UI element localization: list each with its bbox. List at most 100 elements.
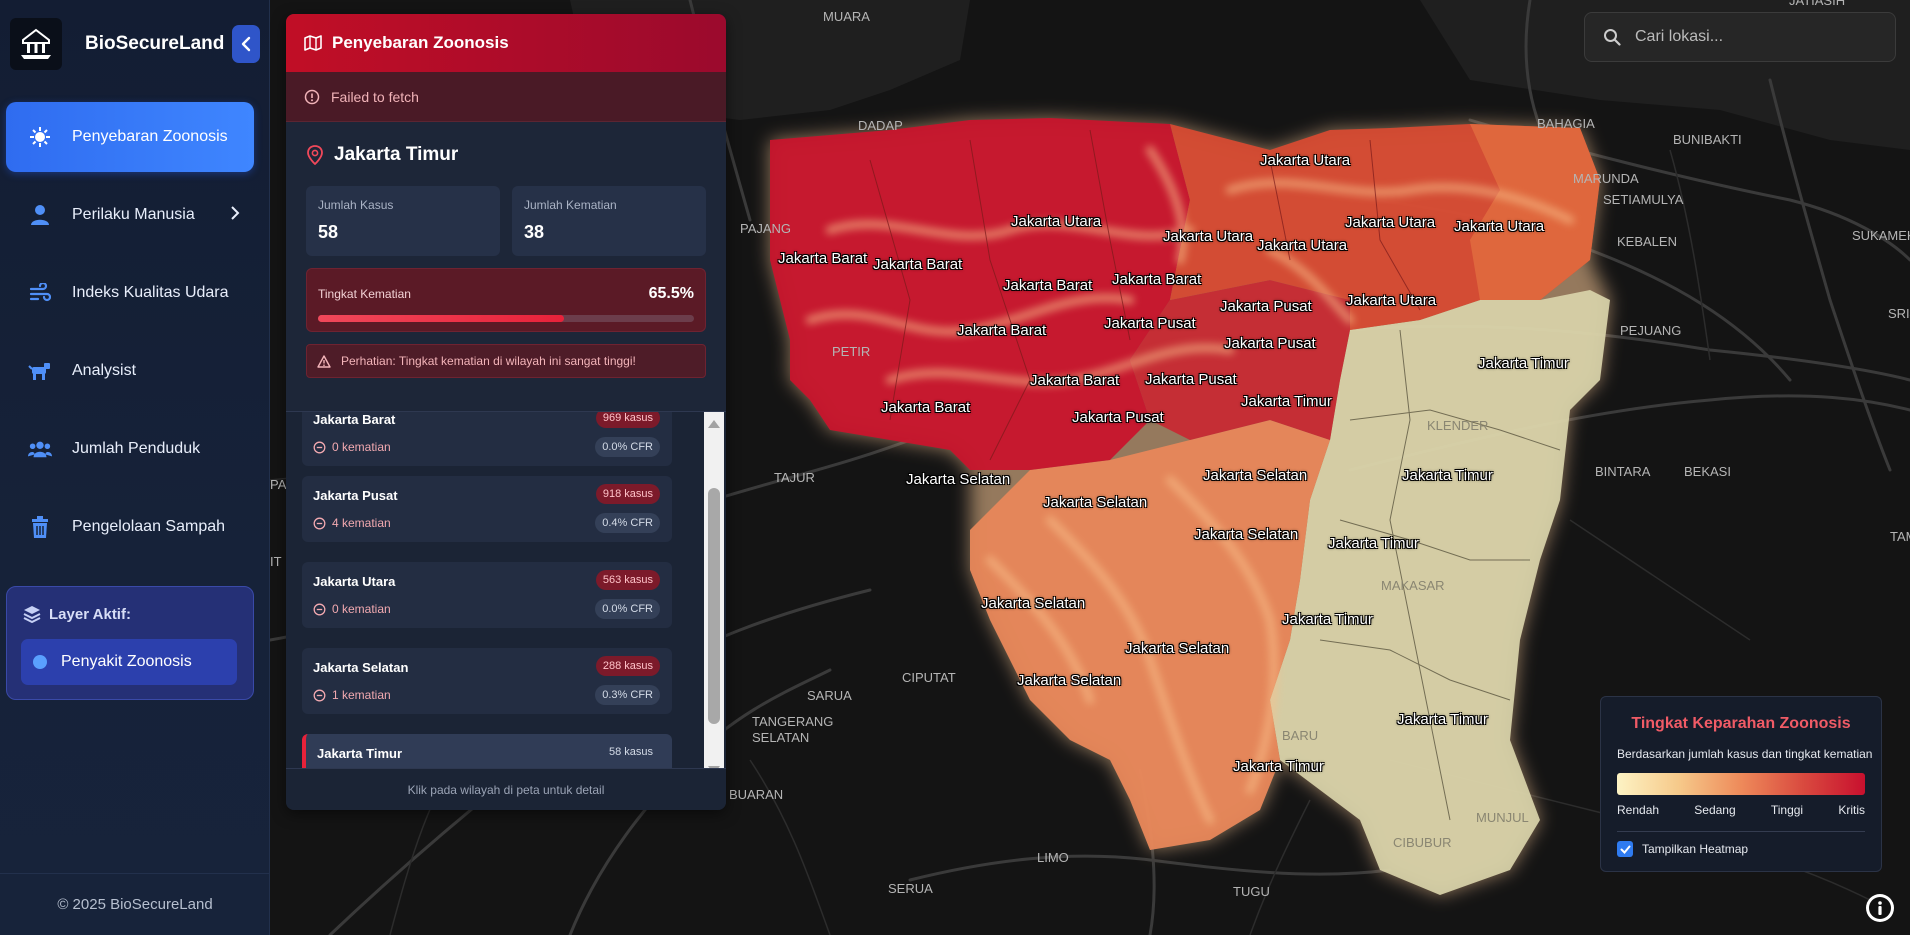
region-label-jakarta-utara[interactable]: Jakarta Utara xyxy=(1257,237,1347,254)
region-label-jakarta-utara[interactable]: Jakarta Utara xyxy=(1345,214,1435,231)
sidebar-item-perilaku-manusia[interactable]: Perilaku Manusia xyxy=(6,180,254,250)
region-label-jakarta-timur[interactable]: Jakarta Timur xyxy=(1282,611,1373,628)
legend-divider xyxy=(1617,831,1865,832)
sidebar-item-indeks-kualitas-udara[interactable]: Indeks Kualitas Udara xyxy=(6,258,254,328)
region-label-jakarta-timur[interactable]: Jakarta Timur xyxy=(1328,535,1419,552)
region-label-jakarta-barat[interactable]: Jakarta Barat xyxy=(873,256,962,273)
region-label-jakarta-utara[interactable]: Jakarta Utara xyxy=(1346,292,1436,309)
sidebar-item-label: Perilaku Manusia xyxy=(72,206,195,223)
layers-icon xyxy=(23,606,41,623)
place-label: JATIASIH xyxy=(1789,0,1846,8)
region-card-jakarta-barat[interactable]: Jakarta Barat 969 kasus 0 kematian 0.0% … xyxy=(302,412,672,466)
deaths-info: 1 kematian xyxy=(313,688,391,702)
active-layer-title: Layer Aktif: xyxy=(23,605,131,623)
region-label-jakarta-utara[interactable]: Jakarta Utara xyxy=(1011,213,1101,230)
attribution-info-button[interactable] xyxy=(1866,894,1894,922)
region-label-jakarta-selatan[interactable]: Jakarta Selatan xyxy=(1017,672,1121,689)
sidebar-item-analysist[interactable]: Analysist xyxy=(6,336,254,406)
legend-tick: Sedang xyxy=(1694,803,1736,817)
active-layer-item[interactable]: Penyakit Zoonosis xyxy=(21,639,237,685)
region-label-jakarta-barat[interactable]: Jakarta Barat xyxy=(957,322,1046,339)
place-label: MUARA xyxy=(823,9,870,24)
region-label-jakarta-barat[interactable]: Jakarta Barat xyxy=(1030,372,1119,389)
place-label: PA xyxy=(270,477,287,492)
region-label-jakarta-timur[interactable]: Jakarta Timur xyxy=(1397,711,1488,728)
sidebar-item-penyebaran-zoonosis[interactable]: Penyebaran Zoonosis xyxy=(6,102,254,172)
scroll-up-arrow-icon[interactable] xyxy=(704,416,724,432)
heatmap-toggle[interactable]: Tampilkan Heatmap xyxy=(1617,841,1748,857)
warning-text: Perhatian: Tingkat kematian di wilayah i… xyxy=(341,354,636,368)
region-label-jakarta-timur[interactable]: Jakarta Timur xyxy=(1402,467,1493,484)
cfr-badge: 0.4% CFR xyxy=(595,513,660,533)
region-label-jakarta-pusat[interactable]: Jakarta Pusat xyxy=(1145,371,1237,388)
region-card-name: Jakarta Selatan xyxy=(313,660,409,675)
region-label-jakarta-selatan[interactable]: Jakarta Selatan xyxy=(981,595,1085,612)
region-label-jakarta-pusat[interactable]: Jakarta Pusat xyxy=(1224,335,1316,352)
region-label-jakarta-pusat[interactable]: Jakarta Pusat xyxy=(1072,409,1164,426)
region-label-jakarta-utara[interactable]: Jakarta Utara xyxy=(1454,218,1544,235)
location-search[interactable] xyxy=(1584,12,1896,62)
search-icon xyxy=(1604,29,1621,46)
place-label: LIMO xyxy=(1037,850,1069,865)
region-label-jakarta-selatan[interactable]: Jakarta Selatan xyxy=(1125,640,1229,657)
zoonosis-panel: Penyebaran Zoonosis Failed to fetch Jaka… xyxy=(286,14,726,810)
place-label: SUKAMEK xyxy=(1852,228,1910,243)
region-label-jakarta-selatan[interactable]: Jakarta Selatan xyxy=(1043,494,1147,511)
region-label-jakarta-timur[interactable]: Jakarta Timur xyxy=(1233,758,1324,775)
place-label: BINTARA xyxy=(1595,464,1651,479)
deaths-stat-card: Jumlah Kematian 38 xyxy=(512,186,706,256)
region-list[interactable]: Jakarta Barat 969 kasus 0 kematian 0.0% … xyxy=(286,412,726,782)
region-label-jakarta-utara[interactable]: Jakarta Utara xyxy=(1163,228,1253,245)
search-input[interactable] xyxy=(1635,28,1885,46)
region-label-jakarta-pusat[interactable]: Jakarta Pusat xyxy=(1104,315,1196,332)
region-label-jakarta-selatan[interactable]: Jakarta Selatan xyxy=(1194,526,1298,543)
region-label-jakarta-barat[interactable]: Jakarta Barat xyxy=(1003,277,1092,294)
region-card-name: Jakarta Barat xyxy=(313,412,396,427)
region-card-name: Jakarta Pusat xyxy=(313,488,398,503)
legend-gradient-bar xyxy=(1617,773,1865,795)
region-list-scrollbar[interactable] xyxy=(704,412,724,782)
deaths-text: 4 kematian xyxy=(332,516,391,530)
region-label-jakarta-barat[interactable]: Jakarta Barat xyxy=(778,250,867,267)
virus-icon xyxy=(28,125,52,149)
heatmap-toggle-label: Tampilkan Heatmap xyxy=(1642,842,1749,856)
collapse-sidebar-button[interactable] xyxy=(232,25,260,63)
place-label: TAM xyxy=(1890,529,1910,544)
region-label-jakarta-barat[interactable]: Jakarta Barat xyxy=(1112,271,1201,288)
mortality-warning: Perhatian: Tingkat kematian di wilayah i… xyxy=(306,344,706,378)
place-label: SERUA xyxy=(888,881,933,896)
place-label: BUARAN xyxy=(729,787,784,802)
heatmap-checkbox[interactable] xyxy=(1617,841,1633,857)
region-label-jakarta-selatan[interactable]: Jakarta Selatan xyxy=(1203,467,1307,484)
place-label: CIPUTAT xyxy=(902,670,956,685)
active-layer-panel: Layer Aktif: Penyakit Zoonosis xyxy=(6,586,254,700)
region-label-jakarta-utara[interactable]: Jakarta Utara xyxy=(1260,152,1350,169)
sidebar-item-jumlah-penduduk[interactable]: Jumlah Penduduk xyxy=(6,414,254,484)
brand: BioSecureLand xyxy=(10,16,260,72)
place-label: SETIAMULYA xyxy=(1603,192,1684,207)
region-label-jakarta-timur[interactable]: Jakarta Timur xyxy=(1478,355,1569,372)
minus-circle-icon xyxy=(313,689,326,701)
region-label-jakarta-selatan[interactable]: Jakarta Selatan xyxy=(906,471,1010,488)
region-card-jakarta-selatan[interactable]: Jakarta Selatan 288 kasus 1 kematian 0.3… xyxy=(302,648,672,714)
place-label: MUNJUL xyxy=(1476,810,1529,825)
cases-badge: 288 kasus xyxy=(595,656,660,676)
region-label-jakarta-barat[interactable]: Jakarta Barat xyxy=(881,399,970,416)
mortality-rate-card: Tingkat Kematian 65.5% xyxy=(306,268,706,332)
cfr-badge: 0.0% CFR xyxy=(595,599,660,619)
region-card-jakarta-pusat[interactable]: Jakarta Pusat 918 kasus 4 kematian 0.4% … xyxy=(302,476,672,542)
cases-badge: 563 kasus xyxy=(595,570,660,590)
sidebar-item-pengelolaan-sampah[interactable]: Pengelolaan Sampah xyxy=(6,492,254,562)
place-label: PAJANG xyxy=(740,221,792,236)
region-card-jakarta-utara[interactable]: Jakarta Utara 563 kasus 0 kematian 0.0% … xyxy=(302,562,672,628)
region-label-jakarta-pusat[interactable]: Jakarta Pusat xyxy=(1220,298,1312,315)
map-icon xyxy=(304,35,322,51)
chevron-right-icon xyxy=(230,205,240,226)
mortality-label: Tingkat Kematian xyxy=(318,287,411,301)
cases-value: 58 xyxy=(318,222,339,242)
scrollbar-thumb[interactable] xyxy=(708,488,720,724)
cases-stat-card: Jumlah Kasus 58 xyxy=(306,186,500,256)
error-text: Failed to fetch xyxy=(331,88,419,105)
region-label-jakarta-timur[interactable]: Jakarta Timur xyxy=(1241,393,1332,410)
place-label: BAHAGIA xyxy=(1537,116,1595,131)
